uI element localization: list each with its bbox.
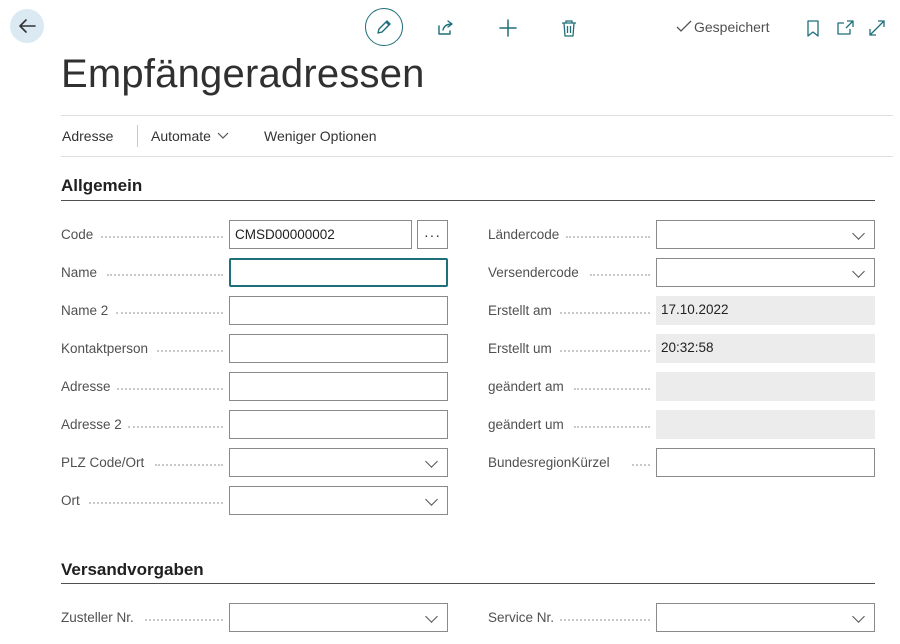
action-adresse[interactable]: Adresse [62, 128, 113, 144]
label-adresse: Adresse [61, 379, 111, 394]
section-divider [61, 583, 875, 584]
label-name: Name [61, 265, 98, 280]
label-zusteller-nr: Zusteller Nr. [61, 610, 134, 625]
back-button[interactable] [10, 9, 44, 43]
section-divider [61, 200, 875, 201]
new-button[interactable] [494, 14, 522, 42]
label-code: Code [61, 227, 94, 242]
label-leader [107, 274, 223, 276]
label-leader [590, 274, 650, 276]
code-lookup-button[interactable]: ··· [417, 220, 448, 249]
checkmark-icon [676, 20, 692, 32]
chevron-down-icon [217, 132, 229, 139]
section-title-versandvorgaben: Versandvorgaben [61, 560, 204, 579]
label-kontaktperson: Kontaktperson [61, 341, 149, 356]
service-nr-select[interactable] [656, 603, 875, 632]
delete-button[interactable] [555, 14, 583, 42]
label-bundesregion-kuerzel: BundesregionKürzel [488, 455, 610, 470]
label-leader [89, 502, 223, 504]
saved-status: Gespeichert [676, 19, 769, 35]
trash-icon [562, 20, 576, 37]
geaendert-um-field [656, 410, 875, 439]
adresse-2-field[interactable] [229, 410, 448, 439]
pencil-icon [377, 20, 391, 34]
label-name-2: Name 2 [61, 303, 109, 318]
label-erstellt-am: Erstellt am [488, 303, 552, 318]
label-leader [560, 619, 650, 621]
label-leader [155, 464, 223, 466]
open-new-window-icon [837, 20, 854, 35]
label-leader [128, 426, 223, 428]
open-new-window-button[interactable] [831, 14, 859, 42]
label-plz-code-ort: PLZ Code/Ort [61, 455, 145, 470]
versendercode-select[interactable] [656, 258, 875, 287]
label-leader [116, 312, 223, 314]
label-leader [157, 350, 223, 352]
label-leader [574, 426, 650, 428]
action-separator [137, 125, 138, 147]
page-title: Empfängeradressen [61, 52, 425, 96]
label-adresse-2: Adresse 2 [61, 417, 122, 432]
saved-label: Gespeichert [694, 19, 770, 35]
label-leader [560, 312, 650, 314]
zusteller-nr-select[interactable] [229, 603, 448, 632]
label-geaendert-um: geändert um [488, 417, 564, 432]
bundesregion-kuerzel-field[interactable] [656, 448, 875, 477]
label-leader [574, 388, 650, 390]
label-leader [632, 464, 650, 466]
label-erstellt-um: Erstellt um [488, 341, 552, 356]
share-icon [438, 20, 453, 35]
action-automate-label: Automate [151, 128, 211, 144]
label-versendercode: Versendercode [488, 265, 579, 280]
label-laendercode: Ländercode [488, 227, 560, 242]
erstellt-um-field: 20:32:58 [656, 334, 875, 363]
label-leader [117, 388, 223, 390]
bookmark-icon [807, 19, 819, 37]
label-leader [566, 236, 650, 238]
action-bar: Adresse Automate Weniger Optionen [61, 115, 893, 157]
laendercode-select[interactable] [656, 220, 875, 249]
edit-button[interactable] [365, 8, 403, 46]
section-title-allgemein: Allgemein [61, 176, 143, 195]
plus-icon [499, 19, 517, 37]
label-leader [145, 619, 223, 621]
label-service-nr: Service Nr. [488, 610, 555, 625]
label-geaendert-am: geändert am [488, 379, 564, 394]
label-leader [101, 236, 223, 238]
arrow-left-icon [19, 19, 36, 33]
plz-code-ort-select[interactable] [229, 448, 448, 477]
adresse-field[interactable] [229, 372, 448, 401]
erstellt-am-field: 17.10.2022 [656, 296, 875, 325]
kontaktperson-field[interactable] [229, 334, 448, 363]
expand-button[interactable] [863, 14, 891, 42]
label-leader [560, 350, 650, 352]
geaendert-am-field [656, 372, 875, 401]
action-automate[interactable]: Automate [151, 128, 229, 144]
bookmark-button[interactable] [799, 14, 827, 42]
action-weniger-optionen[interactable]: Weniger Optionen [264, 128, 377, 144]
code-field[interactable]: CMSD00000002 [229, 220, 412, 249]
share-button[interactable] [431, 14, 459, 42]
expand-icon [869, 20, 885, 36]
ort-select[interactable] [229, 486, 448, 515]
label-ort: Ort [61, 493, 80, 508]
name-field[interactable] [229, 258, 448, 287]
name-2-field[interactable] [229, 296, 448, 325]
